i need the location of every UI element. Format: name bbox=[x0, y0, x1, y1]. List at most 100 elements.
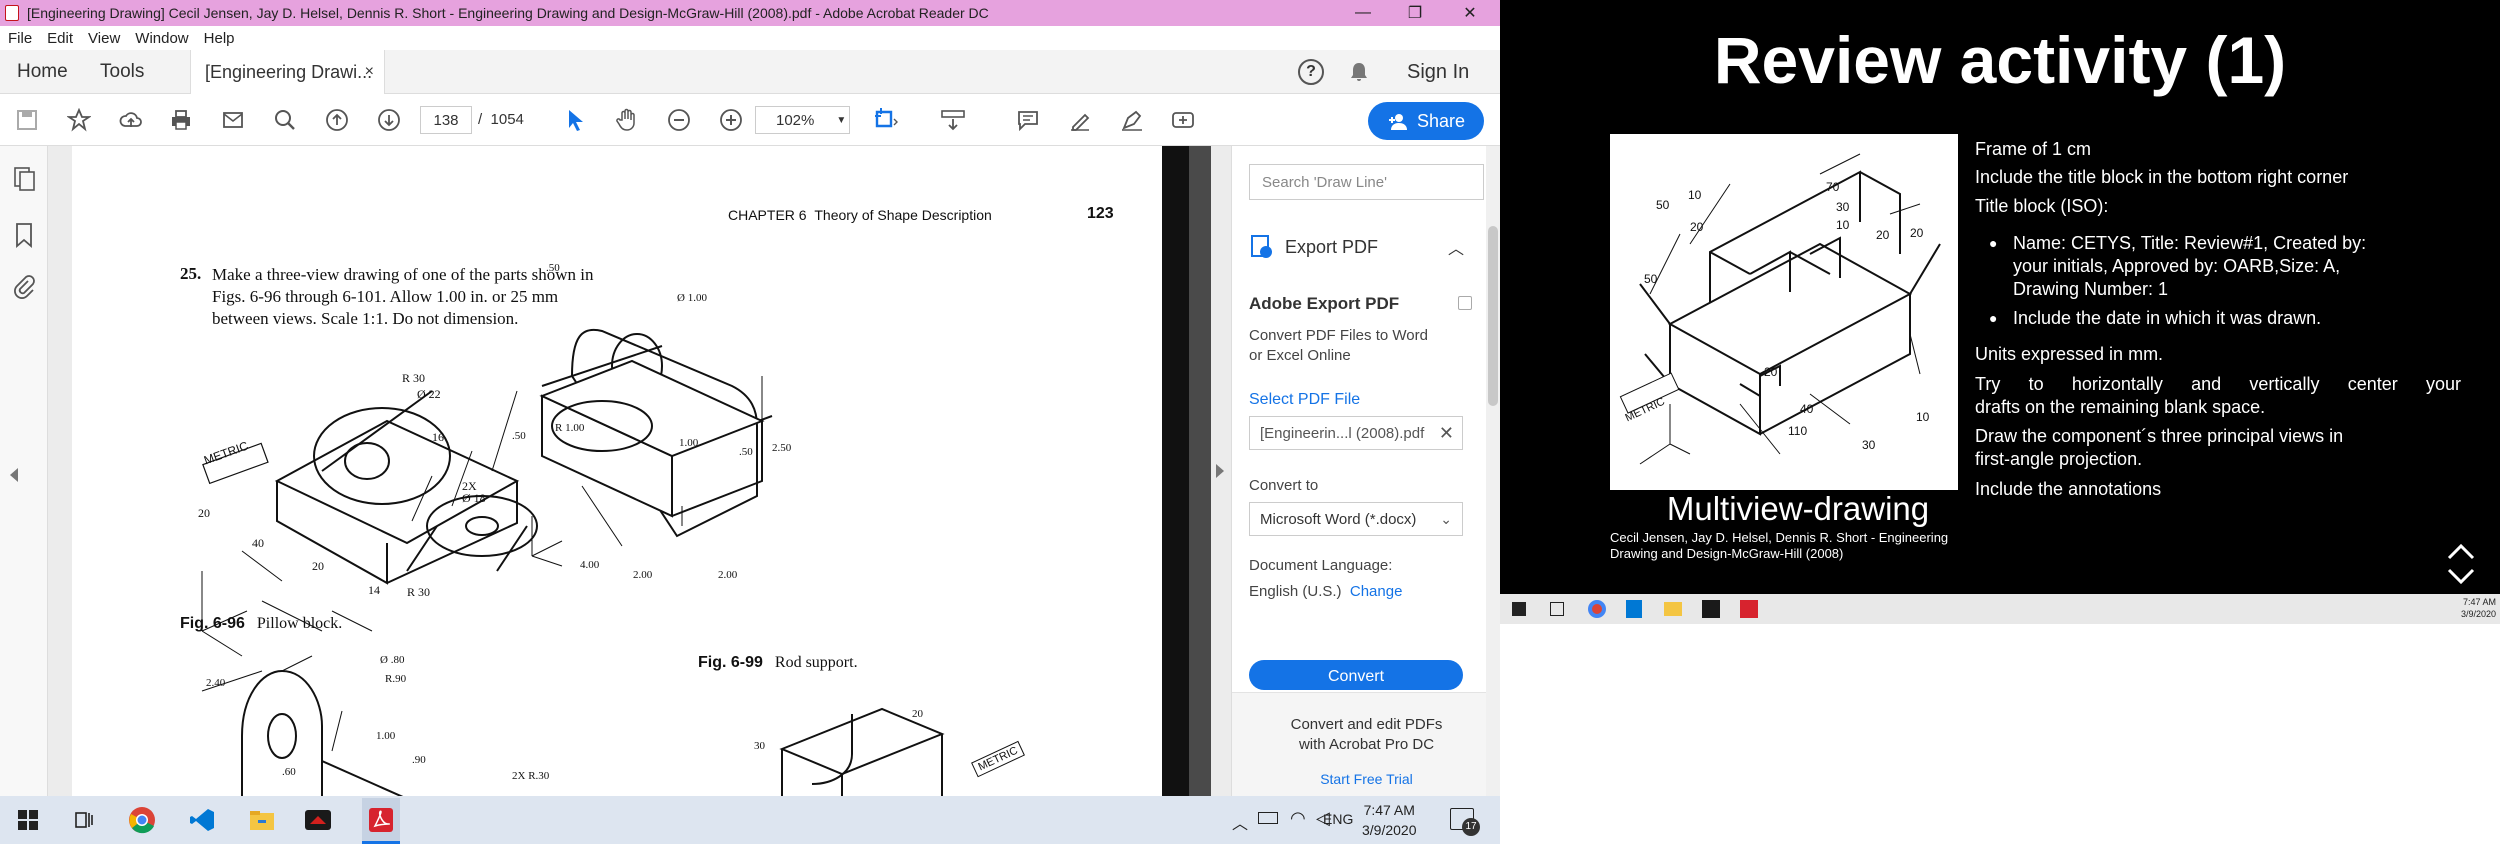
img-dim-10a: 10 bbox=[1688, 188, 1702, 202]
tab-close-icon[interactable]: × bbox=[365, 63, 374, 81]
tab-home[interactable]: Home bbox=[17, 50, 68, 94]
page-number: 123 bbox=[1087, 205, 1114, 222]
previous-page-icon[interactable] bbox=[324, 107, 350, 133]
bullet-1-line-2: your initials, Approved by: OARB,Size: A… bbox=[2013, 256, 2341, 276]
chevron-up-icon[interactable]: ︿ bbox=[1448, 235, 1464, 259]
collapse-left-panel-icon[interactable] bbox=[10, 468, 18, 482]
chrome-icon[interactable] bbox=[126, 804, 158, 836]
tab-bar: Home Tools [Engineering Drawi... × ? Sig… bbox=[0, 50, 1500, 94]
tab-tools[interactable]: Tools bbox=[100, 50, 144, 94]
hand-tool-icon[interactable] bbox=[614, 107, 640, 133]
close-button[interactable]: ✕ bbox=[1445, 0, 1495, 26]
shared-screen-taskbar: 7:47 AM 3/9/2020 bbox=[1500, 594, 2500, 624]
dim-p100b: 1.00 bbox=[376, 730, 396, 742]
zoom-out-icon[interactable] bbox=[666, 107, 692, 133]
menu-window[interactable]: Window bbox=[135, 30, 188, 47]
zoom-select[interactable]: 102% ▼ bbox=[755, 106, 850, 134]
promo-line-1: Convert and edit PDFs bbox=[1290, 716, 1443, 733]
export-pdf-icon bbox=[1251, 235, 1272, 258]
copy-icon[interactable] bbox=[1458, 296, 1472, 310]
menu-view[interactable]: View bbox=[88, 30, 120, 47]
page-separator: / bbox=[478, 111, 483, 128]
scroll-mode-icon[interactable] bbox=[940, 107, 966, 133]
upload-cloud-icon[interactable] bbox=[118, 107, 144, 133]
page-thumbnails-icon[interactable] bbox=[12, 166, 36, 192]
panel-scrollbar[interactable] bbox=[1486, 146, 1500, 796]
acrobat-app-icon bbox=[5, 5, 19, 21]
highlight-pen-icon[interactable] bbox=[1067, 107, 1093, 133]
search-zoom-icon[interactable] bbox=[272, 107, 298, 133]
acrobat-taskbar-icon[interactable] bbox=[362, 798, 400, 842]
dim-40: 40 bbox=[252, 536, 264, 550]
panel-scroll-thumb[interactable] bbox=[1488, 226, 1498, 406]
input-language[interactable]: ENG bbox=[1323, 811, 1353, 827]
racing-app-icon[interactable] bbox=[302, 804, 334, 836]
shared-vscode-icon bbox=[1626, 600, 1642, 618]
file-explorer-icon[interactable] bbox=[246, 804, 278, 836]
page-number-input[interactable]: 138 bbox=[420, 106, 472, 134]
minimize-button[interactable]: — bbox=[1338, 0, 1388, 26]
sign-pen-icon[interactable] bbox=[1119, 107, 1145, 133]
slide-title: Review activity (1) bbox=[1713, 23, 2287, 97]
change-language-link[interactable]: Change bbox=[1350, 583, 1403, 600]
cite-line-2: Drawing and Design-McGraw-Hill (2008) bbox=[1610, 546, 1844, 561]
bottom-right-drawing bbox=[779, 707, 945, 796]
dim-d80: Ø .80 bbox=[380, 654, 405, 666]
header-title: Theory of Shape Description bbox=[814, 207, 992, 223]
slide-text-annotations: Include the annotations bbox=[1975, 479, 2162, 499]
vscode-icon[interactable] bbox=[186, 804, 218, 836]
menu-edit[interactable]: Edit bbox=[47, 30, 73, 47]
share-button[interactable]: Share bbox=[1368, 102, 1484, 140]
add-user-icon bbox=[1388, 114, 1407, 130]
export-pdf-header[interactable]: Export PDF ︿ bbox=[1249, 234, 1464, 260]
dim-p90: .90 bbox=[412, 754, 426, 766]
battery-icon[interactable] bbox=[1258, 812, 1278, 824]
more-tools-icon[interactable] bbox=[1170, 107, 1196, 133]
help-icon[interactable]: ? bbox=[1298, 59, 1324, 85]
expand-right-panel-icon[interactable] bbox=[1216, 464, 1224, 478]
header-chapter: CHAPTER 6 bbox=[728, 207, 807, 223]
convert-button[interactable]: Convert bbox=[1249, 660, 1463, 690]
language-row: English (U.S.) Change bbox=[1249, 582, 1402, 602]
marquee-zoom-icon[interactable] bbox=[874, 107, 900, 133]
bookmarks-icon[interactable] bbox=[12, 222, 36, 248]
start-free-trial-link[interactable]: Start Free Trial bbox=[1232, 771, 1500, 787]
menu-help[interactable]: Help bbox=[204, 30, 235, 47]
print-icon[interactable] bbox=[168, 107, 194, 133]
document-viewer[interactable]: CHAPTER 6 Theory of Shape Description 12… bbox=[48, 146, 1231, 796]
page-total: / 1054 bbox=[478, 111, 524, 128]
windows-start-icon[interactable] bbox=[12, 804, 44, 836]
tool-search-input[interactable]: Search 'Draw Line' bbox=[1249, 164, 1484, 200]
zoom-in-icon[interactable] bbox=[718, 107, 744, 133]
selected-file-field[interactable]: [Engineerin...l (2008).pdf ✕ bbox=[1249, 416, 1463, 450]
tray-chevron-up-icon[interactable]: ︿ bbox=[1232, 810, 1248, 834]
slide-text-center: Try to horizontally and vertically cente… bbox=[1975, 373, 2461, 419]
clear-file-icon[interactable]: ✕ bbox=[1439, 423, 1454, 444]
previous-slide-arrow-icon[interactable] bbox=[2446, 540, 2476, 562]
attachment-icon[interactable] bbox=[12, 274, 36, 300]
task-view-icon[interactable] bbox=[68, 804, 100, 836]
fig99-caption: Fig. 6-99 Rod support. bbox=[698, 654, 858, 672]
bookmark-star-icon[interactable] bbox=[66, 107, 92, 133]
email-icon[interactable] bbox=[220, 107, 246, 133]
format-dropdown[interactable]: Microsoft Word (*.docx) ⌄ bbox=[1249, 502, 1463, 536]
chevron-down-icon: ⌄ bbox=[1440, 510, 1452, 527]
menu-file[interactable]: File bbox=[8, 30, 32, 47]
comment-icon[interactable] bbox=[1015, 107, 1041, 133]
next-slide-arrow-icon[interactable] bbox=[2446, 566, 2476, 588]
export-pdf-title: Export PDF bbox=[1285, 236, 1379, 257]
next-page-icon[interactable] bbox=[376, 107, 402, 133]
select-cursor-icon[interactable] bbox=[563, 107, 589, 133]
slide-text-iso: Title block (ISO): bbox=[1975, 196, 2109, 216]
dim-20a: 20 bbox=[198, 506, 210, 520]
restore-button[interactable]: ❐ bbox=[1390, 0, 1440, 26]
wifi-icon[interactable]: ◠ bbox=[1290, 808, 1306, 829]
dim-p60: .60 bbox=[282, 766, 296, 778]
tab-document[interactable]: [Engineering Drawi... × bbox=[190, 50, 385, 94]
dim-p100: 1.00 bbox=[679, 437, 699, 449]
taskbar-clock[interactable]: 7:47 AM 3/9/2020 bbox=[1362, 800, 1417, 840]
save-icon[interactable] bbox=[14, 107, 40, 133]
img-dim-20b: 20 bbox=[1876, 228, 1890, 242]
notification-bell-icon[interactable] bbox=[1348, 61, 1370, 83]
sign-in-link[interactable]: Sign In bbox=[1407, 50, 1469, 94]
